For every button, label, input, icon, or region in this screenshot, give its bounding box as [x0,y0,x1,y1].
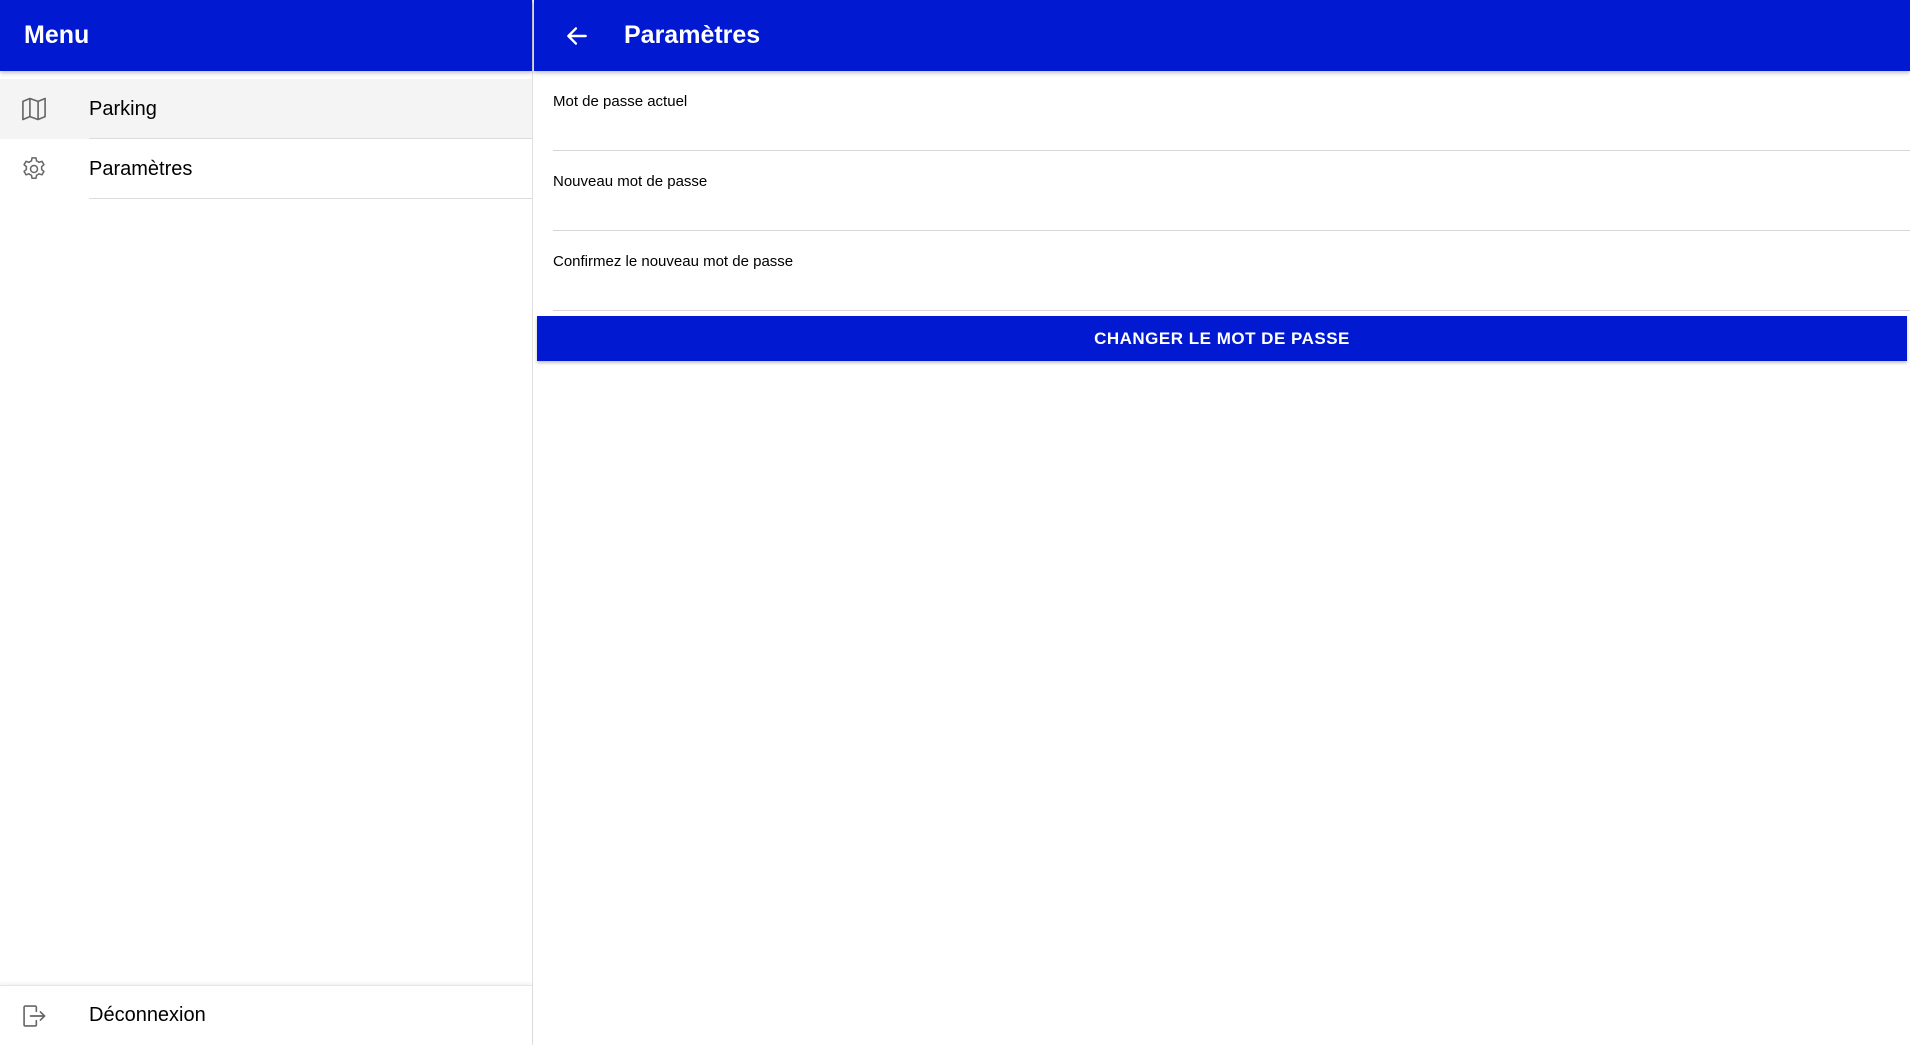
logout-item[interactable]: Déconnexion [0,985,532,1045]
sidebar-item-parking[interactable]: Parking [0,79,532,139]
new-password-field: Nouveau mot de passe [553,151,1910,231]
sidebar-item-parametres[interactable]: Paramètres [0,139,532,199]
settings-page: Paramètres Mot de passe actuel Nouveau m… [534,0,1910,1045]
map-icon [18,93,50,125]
change-password-button[interactable]: CHANGER LE MOT DE PASSE [537,316,1907,361]
gear-icon [18,153,50,185]
menu-list: Parking Paramètres [0,79,532,199]
page-title: Paramètres [624,21,761,49]
side-menu: Menu Parking Paramètres Déconnexion [0,0,533,1045]
sidebar-item-label: Parking [89,97,157,120]
sidebar-item-label: Paramètres [89,157,193,180]
change-password-form: Mot de passe actuel Nouveau mot de passe… [534,71,1910,361]
logout-label: Déconnexion [89,1004,206,1026]
new-password-label: Nouveau mot de passe [553,173,708,190]
current-password-label: Mot de passe actuel [553,93,688,110]
current-password-field: Mot de passe actuel [553,71,1910,151]
menu-header: Menu [0,0,532,71]
app-root: Menu Parking Paramètres Déconnexion Para… [0,0,1910,1045]
confirm-password-label: Confirmez le nouveau mot de passe [553,253,794,270]
new-password-input[interactable] [553,196,1910,226]
confirm-password-field: Confirmez le nouveau mot de passe [553,231,1910,311]
menu-divider [89,198,532,199]
arrow-left-icon [567,26,587,45]
menu-title: Menu [24,21,90,49]
logout-icon [18,1000,50,1032]
toolbar: Paramètres [534,0,1910,71]
confirm-password-input[interactable] [553,276,1910,306]
back-button[interactable] [542,0,612,71]
current-password-input[interactable] [553,116,1910,146]
